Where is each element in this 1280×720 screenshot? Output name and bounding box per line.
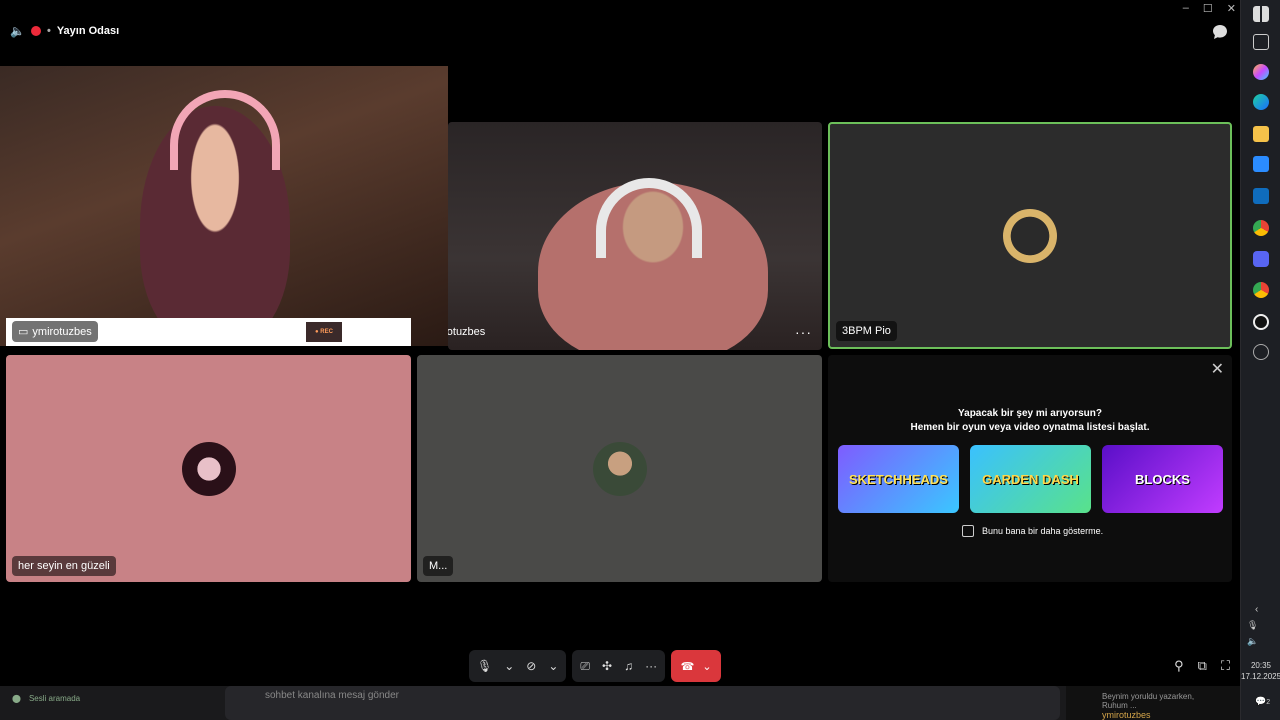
dont-show-label: Bunu bana bir daha gösterme. (982, 526, 1104, 536)
voice-status-text: Sesli aramada (28, 694, 81, 703)
activity-prompt: Yapacak bir şey mi arıyorsun? Hemen bir … (828, 407, 1232, 435)
activity-suggestion-panel: ✕ Yapacak bir şey mi arıyorsun? Hemen bi… (828, 355, 1232, 582)
chat-bubble-icon[interactable] (1212, 24, 1228, 40)
notification-count: 2 (1266, 699, 1271, 706)
video-tile-3bpm-pio[interactable]: 3BPM Pio (828, 122, 1232, 349)
close-window-button[interactable]: ✕ (1227, 2, 1236, 15)
fullscreen-icon[interactable]: ⛶ (1221, 658, 1230, 674)
file-explorer-icon[interactable] (1253, 126, 1269, 142)
soundboard-icon[interactable]: ♫ (624, 659, 633, 673)
chevron-down-icon[interactable]: ⌄ (702, 660, 711, 673)
name-tag: ymirotuzbes (448, 322, 491, 342)
channel-title: Yayın Odası (56, 25, 120, 37)
windows-start-icon[interactable] (1253, 6, 1269, 22)
voice-connected-icon: ⬤ (12, 694, 21, 703)
volume-icon[interactable]: 🔈 (1247, 636, 1258, 647)
maximize-button[interactable]: ☐ (1203, 2, 1213, 15)
mic-group: 🎙 ⌄ ⊘ ⌄ (469, 650, 567, 682)
phone-hangup-icon: ☎ (680, 660, 695, 673)
video-tile-ymirotuzbes-stream[interactable]: ● REC ▭ ymirotuzbes (0, 66, 448, 346)
discord-call-window: 🔈 • Yayın Odası – ☐ ✕ ● REC ▭ ymirotuzbe… (0, 0, 1280, 720)
dont-show-again[interactable]: Bunu bana bir daha gösterme. (962, 525, 1103, 537)
edge-icon[interactable] (1253, 94, 1269, 110)
game-card-sketchheads[interactable]: SKETCHHEADS (838, 445, 959, 513)
chevron-down-icon[interactable]: ⌄ (504, 659, 514, 673)
outlook-icon[interactable] (1253, 188, 1269, 204)
more-options-button[interactable]: ··· (795, 324, 812, 340)
top-bar: 🔈 • Yayın Odası – ☐ ✕ (0, 0, 1240, 62)
window-controls: – ☐ ✕ (1183, 2, 1236, 15)
live-indicator-icon (30, 26, 41, 36)
notification-icon[interactable]: 💬2 (1255, 696, 1270, 707)
channel-header: 🔈 • Yayın Odası (10, 24, 119, 38)
avatar (1003, 208, 1057, 263)
minimize-button[interactable]: – (1183, 2, 1189, 15)
game-list: SKETCHHEADS GARDEN DASH BLOCKS (838, 445, 1223, 513)
participant-name: ymirotuzbes (448, 326, 486, 338)
chevron-down-icon[interactable]: ⌄ (548, 659, 558, 673)
screen-share-icon[interactable]: ⎚ (580, 659, 590, 674)
message-placeholder: sohbet kanalına mesaj gönder (265, 690, 399, 701)
chrome-icon[interactable] (1253, 220, 1269, 236)
clock-date: 17.12.2025 (1241, 672, 1280, 681)
message-input[interactable]: sohbet kanalına mesaj gönder (225, 686, 1060, 720)
discord-bottom-bar: ⬤ Sesli aramada sohbet kanalına mesaj gö… (0, 686, 1240, 720)
chrome-icon[interactable] (1253, 282, 1269, 298)
video-tile-m[interactable]: M... (417, 355, 822, 582)
participant-name: ymirotuzbes (32, 325, 92, 338)
name-tag: M... (423, 556, 454, 576)
clock-time: 20:35 (1250, 661, 1272, 670)
headphones-icon (170, 90, 280, 170)
activity-prompt-line2: Hemen bir oyun veya video oynatma listes… (910, 422, 1150, 433)
pin-icon[interactable]: ⚲ (1174, 658, 1184, 674)
share-group: ⎚ ✣ ♫ ··· (572, 650, 666, 682)
camera-off-icon[interactable]: ⊘ (526, 659, 536, 673)
dont-show-checkbox[interactable] (962, 525, 974, 537)
video-tile-her-seyin-en-guzeli[interactable]: her seyin en güzeli (6, 355, 411, 582)
call-controls: 🎙 ⌄ ⊘ ⌄ ⎚ ✣ ♫ ··· ☎ ⌄ (469, 650, 722, 682)
disconnect-button[interactable]: ☎ ⌄ (671, 650, 722, 682)
chat-preview: Beynim yoruldu yazarken, Ruhum ... ymiro… (1066, 686, 1240, 720)
activities-icon[interactable]: ✣ (602, 659, 612, 673)
obs-icon[interactable] (1253, 314, 1269, 330)
rec-badge: ● REC (306, 322, 342, 342)
avatar (592, 441, 647, 496)
system-clock[interactable]: 20:35 17.12.2025 (1241, 660, 1280, 682)
game-card-blocks[interactable]: BLOCKS (1102, 445, 1223, 513)
chevron-left-icon[interactable]: ‹ (1255, 604, 1258, 615)
discord-icon[interactable] (1253, 251, 1269, 267)
task-view-icon[interactable] (1253, 34, 1269, 50)
participant-name: M... (429, 560, 448, 572)
clock-app-icon[interactable] (1253, 344, 1269, 360)
more-icon[interactable]: ··· (645, 659, 657, 673)
header-separator: • (46, 25, 51, 37)
copilot-icon[interactable] (1253, 64, 1269, 80)
view-controls: ⚲ ⧉ ⛶ (1174, 658, 1230, 674)
participant-name: 3BPM Pio (842, 325, 891, 337)
video-tile-ymirotuzbes-cam[interactable]: ymirotuzbes ··· (448, 122, 822, 350)
screen-share-icon: ▭ (18, 326, 29, 338)
participant-name: her seyin en güzeli (18, 560, 110, 572)
speaker-muted-icon[interactable]: 🔈 (10, 24, 25, 38)
name-tag: ▭ ymirotuzbes (12, 321, 98, 342)
windows-taskbar: ‹ 🎙 🔈 20:35 17.12.2025 💬2 (1240, 0, 1280, 720)
close-icon[interactable]: ✕ (1211, 359, 1224, 379)
store-icon[interactable] (1253, 156, 1269, 172)
avatar (181, 441, 236, 496)
activity-prompt-line1: Yapacak bir şey mi arıyorsun? (958, 408, 1102, 419)
name-tag: her seyin en güzeli (12, 556, 116, 576)
microphone-icon[interactable]: 🎙 (477, 659, 492, 673)
voice-status: ⬤ Sesli aramada (12, 694, 80, 703)
game-card-garden-dash[interactable]: GARDEN DASH (970, 445, 1091, 513)
name-tag: 3BPM Pio (836, 321, 897, 341)
chat-preview-user: ymirotuzbes (1102, 710, 1151, 720)
microphone-tray-icon[interactable]: 🎙 (1247, 620, 1258, 631)
chat-preview-text: Beynim yoruldu yazarken, Ruhum ... (1102, 692, 1195, 710)
popout-icon[interactable]: ⧉ (1198, 658, 1207, 674)
